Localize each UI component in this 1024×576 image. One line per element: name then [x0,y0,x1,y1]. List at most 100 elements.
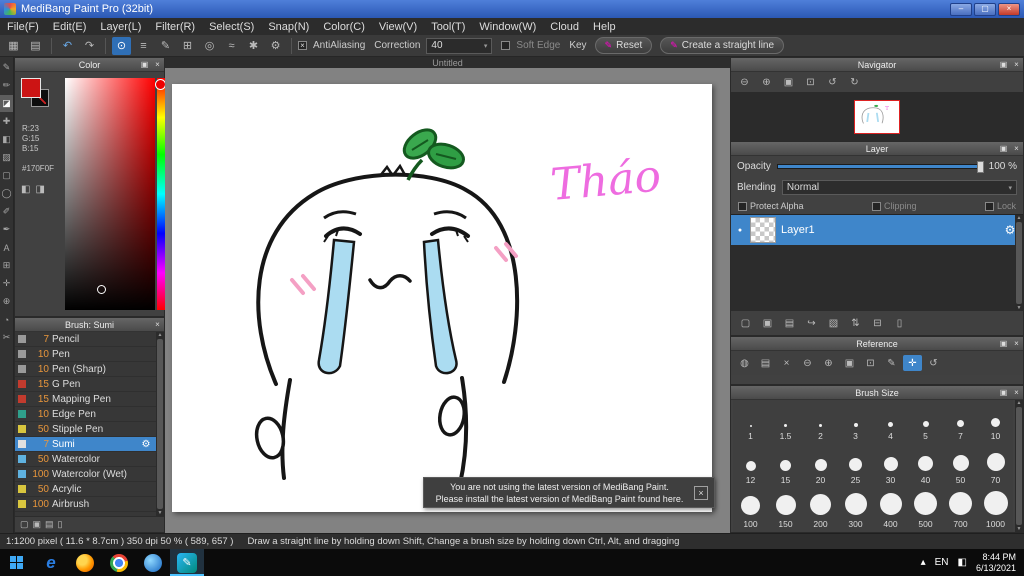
taskbar-clock[interactable]: 8:44 PM 6/13/2021 [976,552,1016,574]
delete-layer-icon[interactable]: ▯ [890,315,909,331]
delete-brush-icon[interactable]: ▯ [58,519,63,530]
taskbar-firefox[interactable] [68,549,102,576]
opacity-slider-thumb[interactable] [976,161,984,173]
scroll-up-icon[interactable]: ▲ [1017,400,1022,406]
brush-size-option[interactable]: 300 [838,488,873,532]
brush-size-option[interactable]: 4 [873,400,908,444]
brush-size-option[interactable]: 50 [943,444,978,488]
language-indicator[interactable]: EN [935,557,949,568]
zoom-in-icon[interactable]: ⊕ [819,355,838,371]
layer-visibility-icon[interactable]: ● [735,227,745,234]
rotate-icon[interactable]: ↺ [924,355,943,371]
open-image-icon[interactable]: ◍ [735,355,754,371]
snap-settings-gear-icon[interactable]: ⚙ [266,37,285,55]
brush-size-option[interactable]: 700 [943,488,978,532]
brush-item[interactable]: 50 Watercolor [15,452,156,467]
tool-select-eraser[interactable]: ✒ [0,221,13,238]
menu-file[interactable]: File(F) [0,21,46,33]
clipping-checkbox[interactable] [872,201,881,211]
tray-status-icon[interactable]: ◧ [958,557,967,568]
popout-icon[interactable]: ▣ [997,144,1010,153]
clipping-option[interactable]: Clipping [872,201,917,211]
tray-up-icon[interactable]: ▴ [921,557,926,568]
brush-size-option[interactable]: 1 [733,400,768,444]
grid-icon[interactable]: ▦ [4,37,23,55]
navigator-thumbnail[interactable]: T [854,99,900,134]
popout-icon[interactable]: ▣ [997,339,1010,348]
document-tab[interactable]: Untitled [432,58,463,68]
notification-close-icon[interactable]: × [694,485,708,500]
scroll-up-icon[interactable]: ▲ [158,332,163,338]
redo-icon[interactable]: ↷ [80,37,99,55]
brush-folder-icon[interactable]: ▤ [45,519,54,530]
saturation-value-picker[interactable] [65,78,155,310]
rotate-left-icon[interactable]: ↺ [823,74,842,90]
actual-size-icon[interactable]: ⊡ [801,74,820,90]
brush-item[interactable]: 50 Acrylic [15,482,156,497]
cells-icon[interactable]: ▤ [26,37,45,55]
close-icon[interactable]: × [151,60,164,69]
brush-size-option[interactable]: 200 [803,488,838,532]
move-layer-icon[interactable]: ⇅ [846,315,865,331]
close-icon[interactable]: × [1010,144,1023,153]
layer-folder-icon[interactable]: ▧ [824,315,843,331]
brush-size-option[interactable]: 25 [838,444,873,488]
fit-view-icon[interactable]: ▣ [840,355,859,371]
brush-size-option[interactable]: 500 [908,488,943,532]
brush-size-option[interactable]: 2 [803,400,838,444]
brush-item[interactable]: 100 Watercolor (Wet) [15,467,156,482]
scrollbar-thumb[interactable] [1016,407,1022,525]
merge-layer-icon[interactable]: ⊟ [868,315,887,331]
new-layer-icon[interactable]: ▢ [736,315,755,331]
blending-dropdown[interactable]: Normal ▾ [781,180,1017,195]
brush-size-scrollbar[interactable]: ▲ ▼ [1015,400,1023,532]
menu-edit[interactable]: Edit(E) [46,21,94,33]
round-brush-icon[interactable]: ⊙ [112,36,131,55]
tool-gradient[interactable]: ▨ [0,149,13,166]
close-icon[interactable]: × [1010,60,1023,69]
folder-icon[interactable]: ▤ [756,355,775,371]
tool-pencil[interactable]: ✏ [0,77,13,94]
zoom-out-icon[interactable]: ⊖ [798,355,817,371]
menu-cloud[interactable]: Cloud [543,21,586,33]
taskbar-chrome[interactable] [102,549,136,576]
close-button[interactable]: × [998,2,1020,16]
layer-item-selected[interactable]: ● Layer1 ⚙ [731,215,1023,245]
taskbar-medibang[interactable]: ✎ [170,549,204,576]
brush-size-option[interactable]: 40 [908,444,943,488]
popout-icon[interactable]: ▣ [138,60,151,69]
protect-alpha-checkbox[interactable] [738,201,747,211]
brush-size-option[interactable]: 150 [768,488,803,532]
start-button[interactable] [0,549,34,576]
brush-list-scrollbar[interactable]: ▲ ▼ [156,332,164,516]
eyedropper-pen-icon[interactable]: ✎ [882,355,901,371]
menu-view[interactable]: View(V) [372,21,424,33]
brush-item[interactable]: 100 Airbrush [15,497,156,512]
brush-item[interactable]: 10 Edge Pen [15,407,156,422]
menu-color[interactable]: Color(C) [316,21,372,33]
lock-option[interactable]: Lock [984,201,1016,211]
scroll-down-icon[interactable]: ▼ [1017,305,1022,311]
concentric-snap-icon[interactable]: ◎ [200,37,219,55]
curve-snap-icon[interactable]: ≈ [222,37,241,55]
hue-slider[interactable] [155,78,166,310]
popout-icon[interactable]: ▣ [997,388,1010,397]
brush-size-option[interactable]: 100 [733,488,768,532]
menu-snap[interactable]: Snap(N) [261,21,316,33]
tool-select-ellipse[interactable]: ◯ [0,185,13,202]
tool-scissors[interactable]: ✂ [0,329,13,346]
menu-layer[interactable]: Layer(L) [93,21,148,33]
undo-icon[interactable]: ↶ [58,37,77,55]
hand-tool-icon[interactable]: ✛ [903,355,922,371]
duplicate-layer-icon[interactable]: ▣ [758,315,777,331]
brush-settings-gear-icon[interactable]: ⚙ [139,439,153,450]
tool-select-rect[interactable]: ▢ [0,167,13,184]
close-icon[interactable]: × [151,320,164,329]
line-style-icon[interactable]: ≡ [134,37,153,55]
brush-size-option[interactable]: 10 [978,400,1013,444]
duplicate-brush-icon[interactable]: ▣ [33,519,42,530]
brush-size-option[interactable]: 70 [978,444,1013,488]
lock-checkbox[interactable] [984,201,994,211]
radial-snap-icon[interactable]: ✱ [244,37,263,55]
brush-item[interactable]: 10 Pen [15,347,156,362]
